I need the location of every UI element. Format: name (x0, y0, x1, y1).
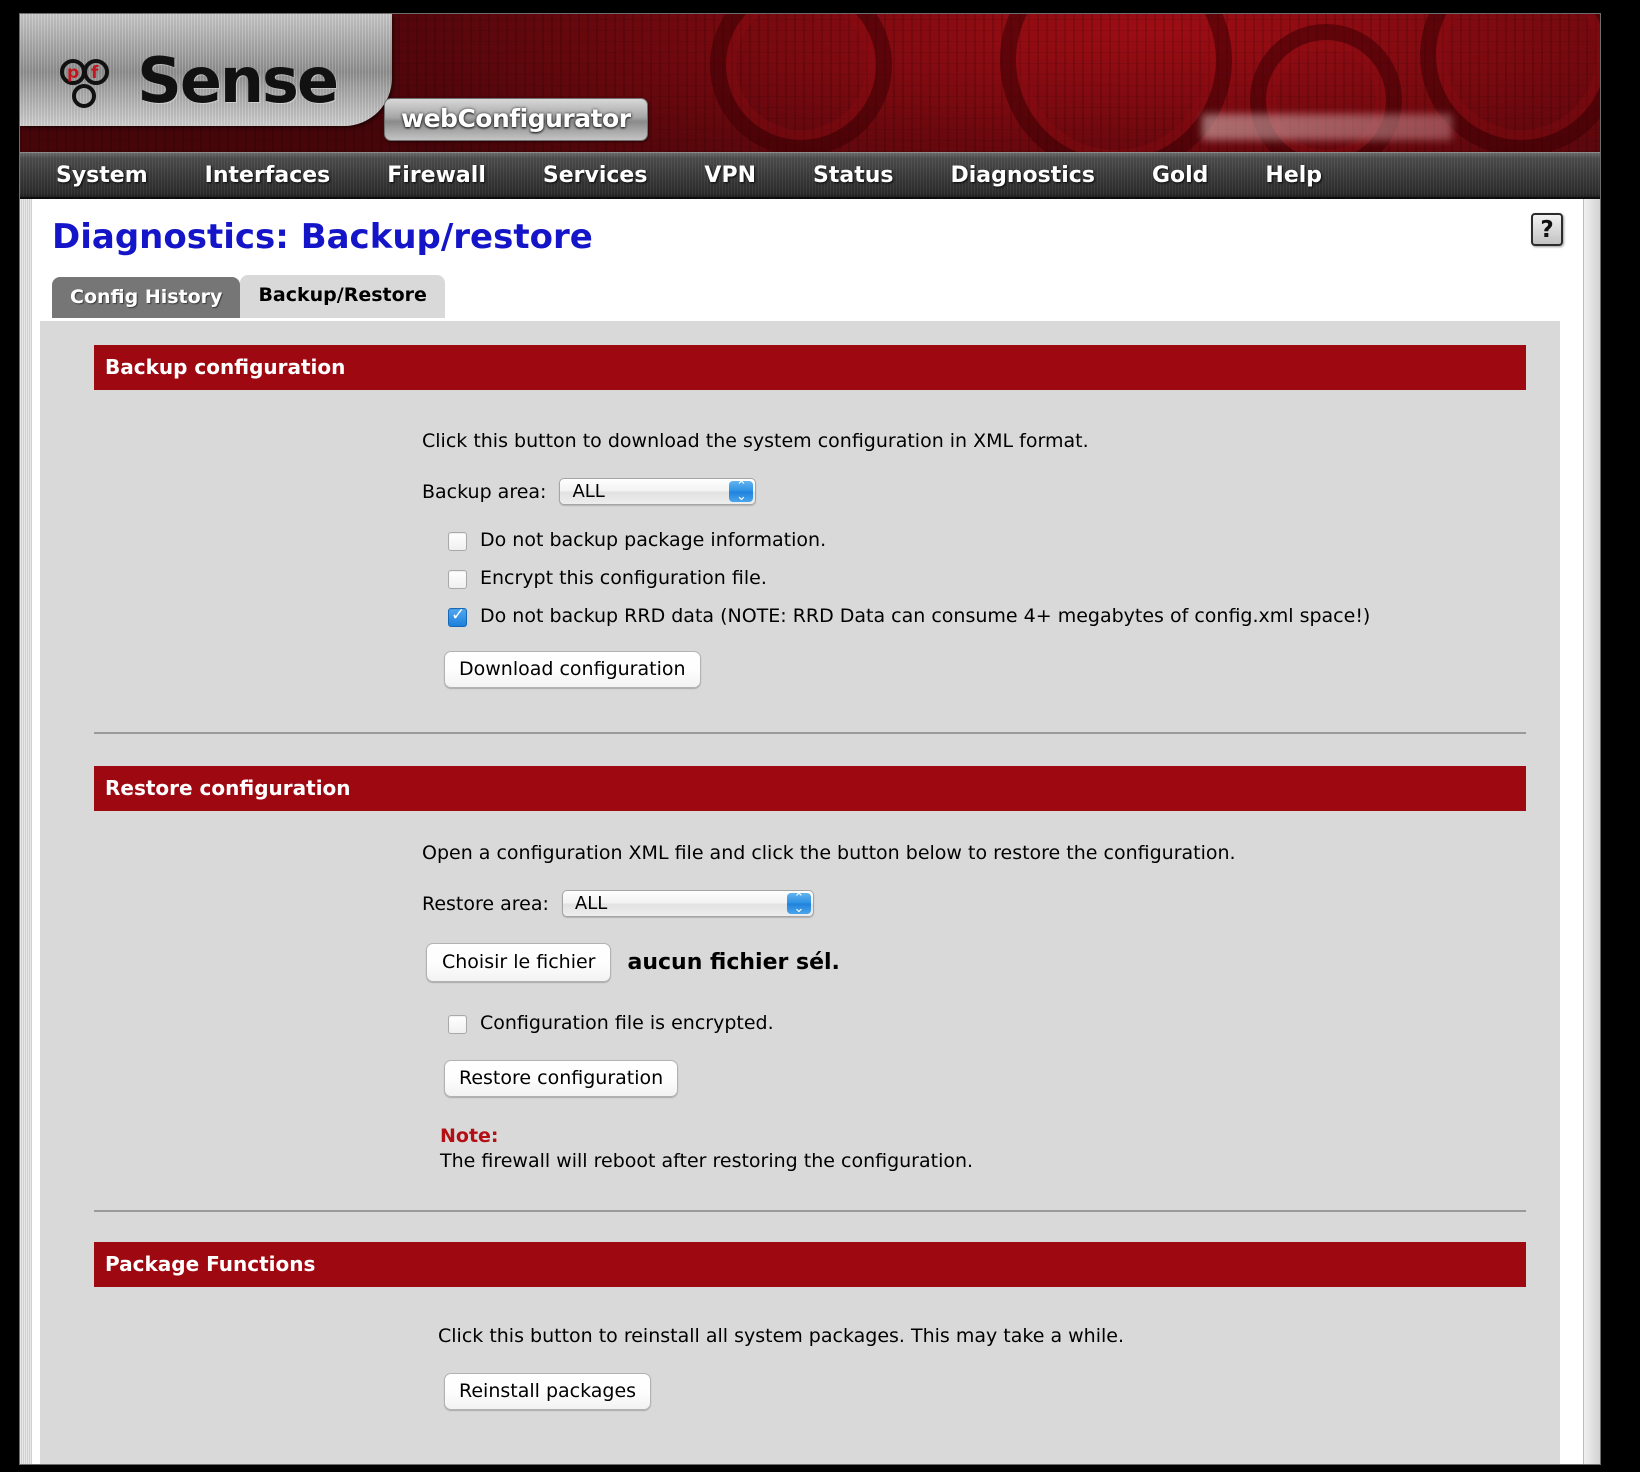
restore-area-value: ALL (574, 893, 608, 914)
restore-area-label: Restore area: (422, 892, 549, 915)
note-label: Note: (440, 1125, 499, 1147)
chevron-updown-icon: ⌃ ⌄ (729, 480, 754, 503)
page-root: p f ooSense webConfigurator System Inter… (20, 14, 1600, 1464)
backup-area-value: ALL (572, 481, 605, 502)
restore-option-encrypted[interactable]: Configuration file is encrypted. (448, 1012, 1560, 1034)
page-content: Diagnostics: Backup/restore ? Config His… (20, 199, 1600, 1464)
restore-description: Open a configuration XML file and click … (422, 842, 1236, 864)
note-text: The firewall will reboot after restoring… (440, 1150, 974, 1172)
backup-option-no-rrd[interactable]: Do not backup RRD data (NOTE: RRD Data c… (448, 605, 1560, 627)
hostname-redacted (1202, 114, 1452, 140)
packages-description: Click this button to reinstall all syste… (438, 1325, 1124, 1347)
checkbox-file-encrypted[interactable] (448, 1015, 467, 1034)
choose-file-button[interactable]: Choisir le fichier (426, 943, 612, 982)
nav-item-diagnostics[interactable]: Diagnostics (950, 163, 1094, 188)
nav-item-vpn[interactable]: VPN (704, 163, 756, 188)
packages-section-header: Package Functions (94, 1242, 1526, 1287)
settings-panel: Backup configuration Click this button t… (40, 321, 1560, 1464)
nav-item-help[interactable]: Help (1265, 163, 1322, 188)
page-title: Diagnostics: Backup/restore (52, 217, 593, 257)
main-navigation: System Interfaces Firewall Services VPN … (20, 152, 1600, 199)
restore-area-select[interactable]: ALL ⌃ ⌄ (561, 890, 814, 917)
backup-section-header: Backup configuration (94, 345, 1526, 390)
nav-item-firewall[interactable]: Firewall (387, 163, 486, 188)
help-icon[interactable]: ? (1531, 213, 1563, 246)
page-left-edge (20, 199, 32, 1464)
tab-bar: Config History Backup/Restore (52, 275, 445, 318)
checkbox-label-no-package-info: Do not backup package information. (480, 529, 827, 551)
checkbox-encrypt-config[interactable] (448, 570, 467, 589)
selected-file-name: aucun fichier sél. (627, 950, 840, 975)
nav-item-gold[interactable]: Gold (1152, 163, 1208, 188)
backup-option-no-packages[interactable]: Do not backup package information. (448, 529, 1560, 551)
restore-section-header: Restore configuration (94, 766, 1526, 811)
nav-item-services[interactable]: Services (543, 163, 648, 188)
checkbox-no-rrd-data[interactable] (448, 605, 467, 627)
browser-window: p f ooSense webConfigurator System Inter… (0, 0, 1640, 1472)
tab-backup-restore[interactable]: Backup/Restore (240, 275, 445, 318)
checkbox-label-file-encrypted: Configuration file is encrypted. (480, 1012, 774, 1034)
backup-option-encrypt[interactable]: Encrypt this configuration file. (448, 567, 1560, 589)
tab-config-history[interactable]: Config History (52, 277, 241, 318)
svg-text:p: p (67, 63, 79, 83)
backup-area-row: Backup area: ALL ⌃ ⌄ (422, 478, 1560, 505)
download-configuration-button[interactable]: Download configuration (444, 651, 701, 688)
brand-sense-text: Sense (137, 44, 339, 117)
backup-area-label: Backup area: (422, 480, 547, 503)
webconfigurator-label: webConfigurator (401, 104, 631, 133)
checkbox-label-no-rrd-data: Do not backup RRD data (NOTE: RRD Data c… (480, 605, 1371, 627)
pfsense-logo-icon: p f (60, 59, 109, 108)
site-header: p f ooSense webConfigurator (20, 14, 1600, 152)
gear-decoration-icon (1000, 14, 1232, 152)
backup-area-select[interactable]: ALL ⌃ ⌄ (559, 478, 757, 505)
restore-area-row: Restore area: ALL ⌃ ⌄ (422, 890, 1560, 917)
webconfigurator-plate: webConfigurator (384, 98, 648, 141)
checkbox-label-encrypt-config: Encrypt this configuration file. (480, 567, 767, 589)
nav-item-system[interactable]: System (56, 163, 148, 188)
reinstall-packages-button[interactable]: Reinstall packages (444, 1373, 652, 1410)
page-scrollbar[interactable] (1583, 199, 1600, 1464)
nav-item-interfaces[interactable]: Interfaces (205, 163, 331, 188)
checkbox-no-package-info[interactable] (448, 532, 467, 551)
restore-configuration-button[interactable]: Restore configuration (444, 1060, 679, 1097)
backup-description: Click this button to download the system… (422, 430, 1089, 452)
svg-text:f: f (91, 63, 99, 83)
chevron-updown-icon: ⌃ ⌄ (786, 892, 811, 915)
restore-file-row: Choisir le fichier aucun fichier sél. (426, 943, 1560, 982)
nav-item-status[interactable]: Status (813, 163, 893, 188)
